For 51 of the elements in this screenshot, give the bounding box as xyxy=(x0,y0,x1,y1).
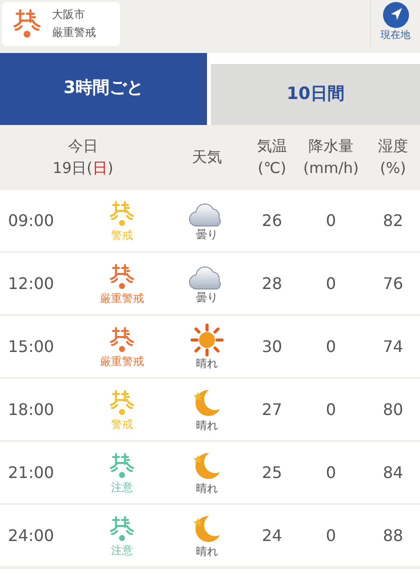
weather-label: 晴れ xyxy=(196,418,218,432)
column-header: (℃) xyxy=(258,158,286,178)
precipitation-cell-text: 0 xyxy=(324,462,338,484)
time-cell-text: 24:00 xyxy=(7,524,56,546)
humidity-cell-text: 84 xyxy=(382,462,404,484)
day-label: 今日 xyxy=(68,136,98,156)
weather-label: 晴れ xyxy=(196,482,218,496)
temperature-cell-text: 28 xyxy=(260,272,284,294)
time-cell-text: 12:00 xyxy=(7,272,56,294)
column-header: (%) xyxy=(380,158,406,178)
humidity-cell-text: 74 xyxy=(382,336,404,358)
heat-level: 注意 xyxy=(111,481,133,494)
temperature-cell-text: 30 xyxy=(260,336,284,358)
time-cell-text: 15:00 xyxy=(7,336,56,358)
precipitation-cell-text: 0 xyxy=(324,398,338,420)
precipitation-cell-text: 0 xyxy=(324,336,338,358)
city-name: 大阪市 xyxy=(52,7,86,23)
column-header: (mm/h) xyxy=(303,158,359,178)
temperature-cell-text: 26 xyxy=(260,210,284,232)
temperature-cell-text: 27 xyxy=(260,398,284,420)
precipitation-cell-text: 0 xyxy=(324,210,338,232)
heat-level: 厳重警戒 xyxy=(100,355,144,368)
column-header: 気温 xyxy=(257,136,287,156)
sun-icon xyxy=(190,322,224,356)
weather-label: 曇り xyxy=(196,228,218,242)
heat-level: 警戒 xyxy=(111,418,133,431)
weather-label: 晴れ xyxy=(196,544,218,558)
heat-level: 警戒 xyxy=(111,229,133,242)
time-cell-text: 18:00 xyxy=(7,398,56,420)
temperature-cell-text: 24 xyxy=(260,524,284,546)
heat-level: 厳重警戒 xyxy=(52,25,96,41)
column-header: 湿度 xyxy=(378,136,408,156)
weather-label: 晴れ xyxy=(196,356,218,370)
precipitation-cell-text: 0 xyxy=(324,272,338,294)
humidity-cell-text: 80 xyxy=(382,398,404,420)
date-label: 19日(日) xyxy=(52,158,114,178)
temperature-cell-text: 25 xyxy=(260,462,284,484)
period-tab[interactable]: 3時間ごと xyxy=(0,53,207,125)
period-tab[interactable]: 10日間 xyxy=(211,64,420,125)
column-header: 天気 xyxy=(191,146,223,168)
column-header: 降水量 xyxy=(308,136,354,156)
time-cell-text: 09:00 xyxy=(7,210,56,232)
location-card[interactable]: 大阪市 厳重警戒 xyxy=(2,2,120,46)
humidity-cell-text: 82 xyxy=(382,210,404,232)
heat-level: 厳重警戒 xyxy=(100,292,144,305)
humidity-cell-text: 88 xyxy=(382,524,404,546)
time-cell-text: 21:00 xyxy=(7,462,56,484)
weather-label: 曇り xyxy=(196,290,218,304)
humidity-cell-text: 76 xyxy=(382,272,404,294)
heat-level: 注意 xyxy=(111,544,133,557)
precipitation-cell-text: 0 xyxy=(324,524,338,546)
